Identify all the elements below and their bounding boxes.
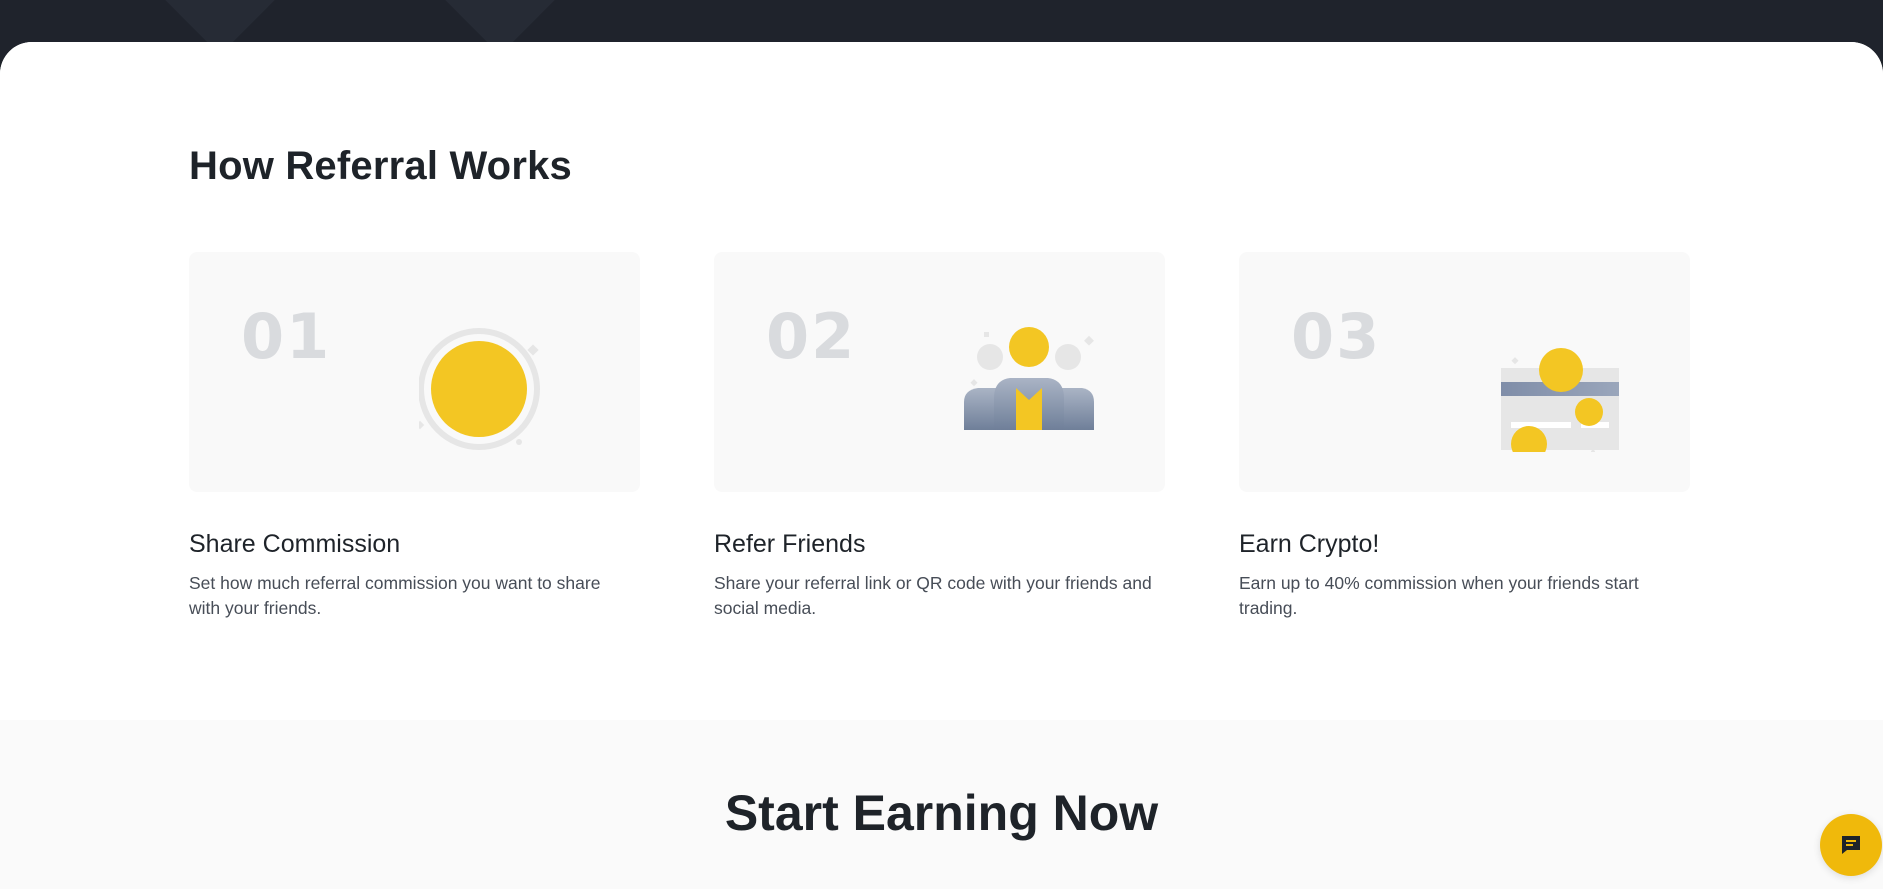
card-coins-icon: [1501, 348, 1619, 452]
step-title: Earn Crypto!: [1239, 530, 1380, 558]
chat-button[interactable]: [1820, 814, 1882, 876]
friends-icon: [964, 327, 1094, 430]
start-earning-title: Start Earning Now: [724, 785, 1159, 841]
step-description: Earn up to 40% commission when your frie…: [1239, 573, 1639, 618]
page-content: How Referral Works 01 Share Commission S…: [0, 42, 1883, 889]
step-description: Set how much referral commission you wan…: [189, 573, 601, 618]
step-number: 02: [766, 300, 857, 373]
step-number: 03: [1291, 300, 1382, 373]
step-share-commission: 01 Share Commission Set how much referra…: [189, 252, 640, 621]
step-title: Share Commission: [189, 530, 401, 558]
step-card: 02: [714, 252, 1165, 492]
step-card: 03: [1239, 252, 1690, 492]
step-number: 01: [241, 300, 332, 373]
coin-icon: [419, 328, 540, 450]
step-description: Share your referral link or QR code with…: [714, 573, 1152, 618]
step-earn-crypto: 03 Earn Crypto! Earn up to 40% commissio…: [1239, 252, 1690, 621]
step-refer-friends: 02 Refer Friends Share your referral lin…: [714, 252, 1165, 621]
section-title: How Referral Works: [189, 144, 572, 188]
chat-bubble-icon: [1842, 836, 1860, 854]
step-title: Refer Friends: [714, 530, 866, 558]
step-card: 01: [189, 252, 640, 492]
how-referral-section: How Referral Works 01 Share Commission S…: [0, 42, 1883, 720]
start-earning-section: Start Earning Now: [0, 720, 1883, 889]
